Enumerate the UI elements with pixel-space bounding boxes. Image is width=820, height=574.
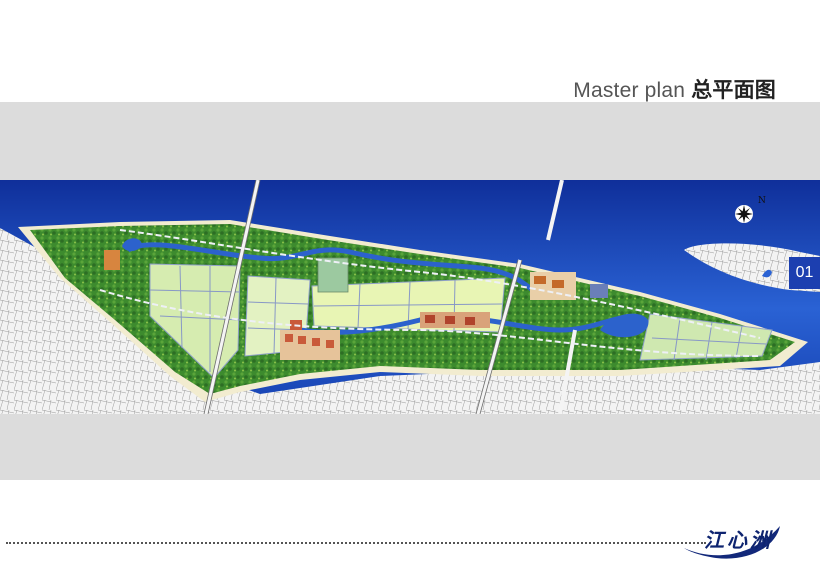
page-title-english: Master plan: [573, 79, 686, 102]
north-label: N: [758, 196, 766, 206]
page-number-badge: 01: [789, 257, 820, 289]
logo-text: 江心洲: [704, 528, 773, 552]
footer-dotted-line: [6, 542, 706, 544]
page-title-chinese: 总平面图: [691, 79, 776, 102]
page-title: Master plan 总平面图: [573, 74, 776, 104]
master-plan-map: [0, 180, 820, 414]
north-compass-icon: [735, 205, 753, 223]
